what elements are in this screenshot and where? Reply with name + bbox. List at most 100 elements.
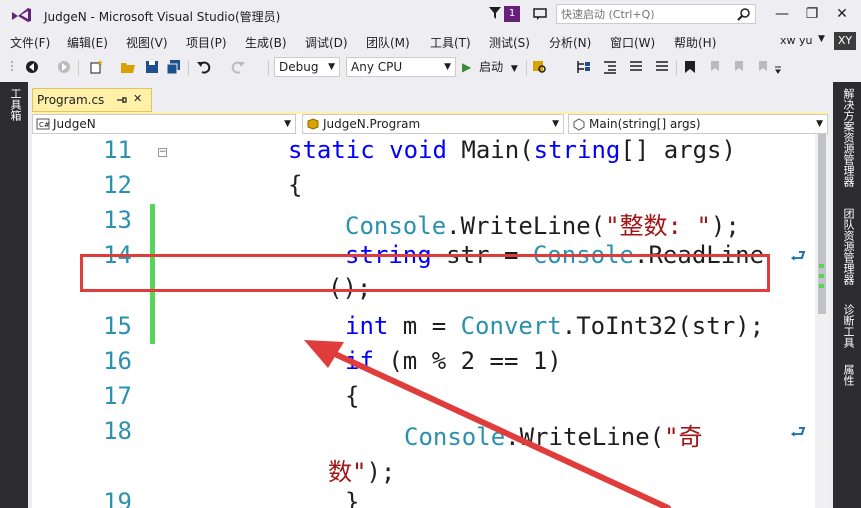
chevron-down-icon[interactable]: ▼ (818, 34, 825, 44)
pin-icon[interactable] (115, 94, 127, 106)
redo-icon[interactable] (230, 59, 246, 75)
toolbar-grip-icon[interactable] (10, 59, 16, 75)
code-line-11[interactable]: static void Main(string[] args) (288, 136, 736, 164)
project-name: JudgeN (53, 117, 96, 131)
right-panel-strip: 解决方案资源管理器 团队资源管理器 诊断工具 属性 (833, 82, 861, 508)
toolbox-tab[interactable]: 工具箱 (7, 88, 23, 121)
team-explorer-tab[interactable]: 团队资源管理器 (840, 208, 856, 285)
code-line-19[interactable]: } (345, 488, 359, 508)
solution-explorer-icon[interactable] (576, 59, 592, 75)
configuration-value: Debug (279, 60, 319, 74)
chevron-down-icon: ▼ (328, 62, 335, 72)
menu-analyze[interactable]: 分析(N) (549, 34, 591, 51)
vs-logo-icon (12, 8, 31, 22)
toolbox-strip: 工具箱 (0, 82, 28, 508)
properties-tab[interactable]: 属性 (840, 364, 856, 386)
code-line-15[interactable]: int m = Convert.ToInt32(str); (345, 312, 764, 340)
quick-launch-input[interactable] (557, 5, 731, 23)
prev-bookmark-icon[interactable] (706, 59, 722, 75)
platform-dropdown[interactable]: Any CPU ▼ (346, 57, 456, 77)
new-project-icon[interactable] (88, 59, 104, 75)
line-number: 11 (103, 136, 132, 164)
minimize-button[interactable]: — (772, 4, 792, 24)
class-name: JudgeN.Program (323, 117, 421, 131)
code-line-16[interactable]: if (m % 2 == 1) (345, 347, 562, 375)
bookmark-icon[interactable] (682, 59, 698, 75)
save-all-icon[interactable] (166, 59, 182, 75)
menu-file[interactable]: 文件(F) (10, 34, 50, 51)
avatar[interactable]: XY (834, 32, 856, 50)
menu-edit[interactable]: 编辑(E) (67, 34, 108, 51)
comment-icon[interactable] (628, 59, 644, 75)
wrap-glyph-icon: ⮐ (790, 246, 807, 267)
member-dropdown[interactable]: Main(string[] args) ▼ (568, 114, 828, 134)
search-icon[interactable] (737, 7, 751, 21)
annotation-highlight-box (80, 254, 770, 292)
indent-icon[interactable] (602, 59, 618, 75)
code-line-12[interactable]: { (288, 171, 302, 199)
uncomment-icon[interactable] (654, 59, 670, 75)
menu-project[interactable]: 项目(P) (186, 34, 227, 51)
start-button[interactable]: ▶ 启动 ▼ (462, 57, 518, 77)
scrollbar-change-marker (819, 264, 824, 268)
tab-label: Program.cs (37, 93, 105, 107)
code-editor[interactable]: 11 12 13 14 15 16 17 18 19 − static void… (32, 134, 828, 508)
title-bar: JudgeN - Microsoft Visual Studio(管理员) 1 … (0, 0, 861, 30)
line-number: 17 (103, 382, 132, 410)
clear-bookmarks-icon[interactable] (754, 59, 770, 75)
restore-button[interactable]: ❐ (802, 4, 822, 24)
code-line-18-wrapped[interactable]: 数"); (328, 452, 395, 487)
tab-program-cs[interactable]: Program.cs ✕ (32, 88, 152, 112)
close-window-button[interactable]: ✕ (832, 4, 852, 24)
next-bookmark-icon[interactable] (730, 59, 746, 75)
start-label: 启动 (479, 60, 504, 74)
menu-debug[interactable]: 调试(D) (305, 34, 348, 51)
diagnostic-tools-tab[interactable]: 诊断工具 (840, 304, 856, 348)
svg-text:C#: C# (39, 121, 50, 129)
feedback-icon[interactable] (532, 6, 548, 22)
menu-test[interactable]: 测试(S) (489, 34, 530, 51)
csharp-project-icon: C# (36, 118, 50, 130)
save-icon[interactable] (144, 59, 160, 75)
menu-bar: 文件(F) 编辑(E) 视图(V) 项目(P) 生成(B) 调试(D) 团队(M… (0, 30, 861, 52)
menu-build[interactable]: 生成(B) (245, 34, 287, 51)
quick-launch-box[interactable] (556, 4, 756, 24)
back-icon[interactable] (24, 59, 40, 75)
filter-icon[interactable] (488, 6, 502, 20)
standard-toolbar: Debug ▼ Any CPU ▼ ▶ 启动 ▼ (0, 52, 861, 82)
user-name[interactable]: xw yu (780, 34, 812, 47)
wrap-glyph-icon: ⮐ (790, 422, 807, 443)
forward-icon[interactable] (56, 59, 72, 75)
play-icon: ▶ (462, 60, 472, 74)
menu-tools[interactable]: 工具(T) (430, 34, 471, 51)
configuration-dropdown[interactable]: Debug ▼ (274, 57, 340, 77)
code-line-17[interactable]: { (345, 382, 359, 410)
code-line-18[interactable]: Console.WriteLine("奇 (404, 417, 703, 452)
open-icon[interactable] (120, 59, 136, 75)
class-icon (307, 118, 319, 130)
platform-value: Any CPU (351, 60, 403, 74)
chevron-down-icon: ▼ (510, 64, 518, 74)
collapse-toggle-icon[interactable]: − (158, 148, 167, 157)
code-line-13[interactable]: Console.WriteLine("整数: "); (345, 206, 740, 241)
scrollbar-change-marker (819, 284, 824, 288)
menu-team[interactable]: 团队(M) (366, 34, 410, 51)
toolbar-separator (188, 60, 189, 76)
menu-window[interactable]: 窗口(W) (610, 34, 655, 51)
find-in-files-icon[interactable] (532, 59, 548, 75)
menu-help[interactable]: 帮助(H) (674, 34, 716, 51)
toolbar-overflow-icon[interactable] (774, 59, 782, 75)
menu-view[interactable]: 视图(V) (126, 34, 168, 51)
line-number: 15 (103, 312, 132, 340)
notification-badge[interactable]: 1 (504, 6, 520, 22)
chevron-down-icon: ▼ (444, 62, 451, 72)
project-dropdown[interactable]: C# JudgeN ▼ (32, 114, 296, 134)
toolbar-separator (526, 60, 527, 76)
toolbar-separator (78, 60, 79, 76)
scrollbar-change-marker (819, 274, 824, 278)
class-dropdown[interactable]: JudgeN.Program ▼ (302, 114, 564, 134)
solution-explorer-tab[interactable]: 解决方案资源管理器 (840, 88, 856, 187)
close-icon[interactable]: ✕ (133, 92, 142, 105)
line-number: 13 (103, 206, 132, 234)
undo-icon[interactable] (196, 59, 212, 75)
